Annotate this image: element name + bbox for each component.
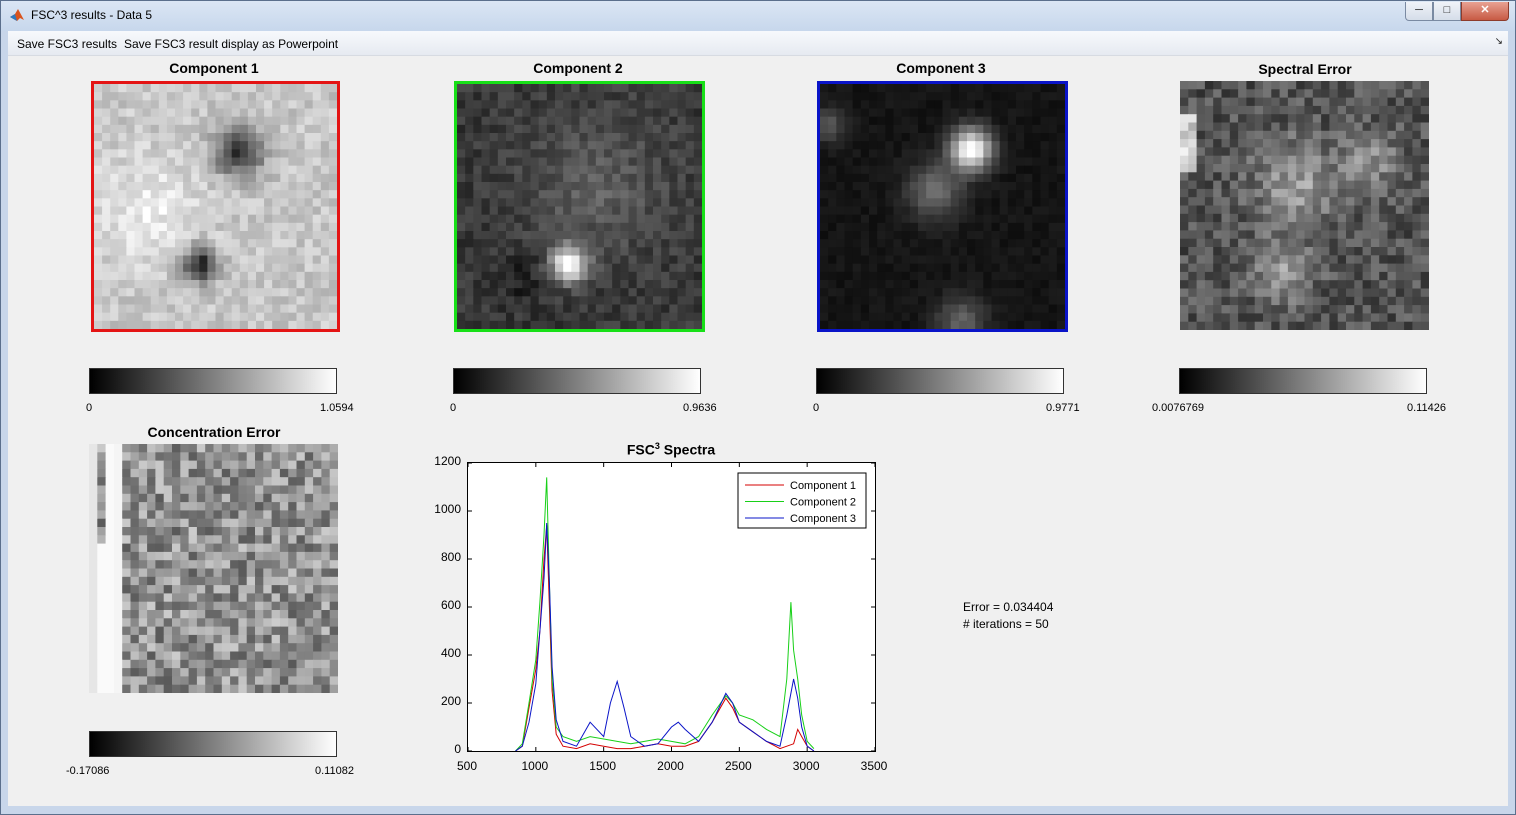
- minimize-icon: ─: [1415, 4, 1423, 16]
- panel-title-concentration-error: Concentration Error: [147, 424, 281, 440]
- y-tick-label: 400: [440, 646, 461, 660]
- matlab-logo-icon: [10, 9, 24, 21]
- x-tick-label: 1500: [589, 759, 616, 773]
- colorbar-concentration-error: [89, 731, 337, 757]
- colorbar-min-spectral-error: 0.0076769: [1152, 402, 1204, 414]
- component-3-map: [817, 81, 1068, 332]
- panel-title-spectral-error: Spectral Error: [1258, 61, 1352, 77]
- chart-title: FSC3 Spectra: [626, 441, 716, 458]
- colorbar-min-component-3: 0: [813, 402, 820, 414]
- x-tick-label: 1000: [521, 759, 549, 773]
- x-tick-label: 2500: [724, 759, 752, 773]
- colorbar-max-component-1: 1.0594: [320, 402, 354, 414]
- y-tick-label: 0: [454, 742, 461, 756]
- y-tick-label: 200: [440, 694, 461, 708]
- image-component-3[interactable]: [817, 81, 1068, 332]
- colorbar-component-1: [89, 368, 337, 394]
- maximize-button[interactable]: □: [1433, 2, 1461, 21]
- window-frame-bottom: [1, 806, 1515, 814]
- image-spectral-error[interactable]: [1180, 81, 1429, 330]
- x-tick-label: 500: [456, 759, 478, 773]
- colorbar-max-spectral-error: 0.11426: [1407, 402, 1446, 414]
- close-icon: ✕: [1480, 4, 1490, 16]
- results-window: FSC^3 results - Data 5 ─ □ ✕ Save FSC3 r…: [0, 0, 1516, 815]
- title-bar[interactable]: FSC^3 results - Data 5 ─ □ ✕: [1, 1, 1515, 31]
- image-concentration-error[interactable]: [89, 444, 338, 693]
- concentration-error-map: [89, 444, 338, 693]
- colorbar-spectral-error: [1179, 368, 1427, 394]
- colorbar-component-2: [453, 368, 701, 394]
- panel-title-component-2: Component 2: [533, 60, 623, 76]
- legend-label-component-1: Component 1: [790, 480, 856, 492]
- window-title: FSC^3 results - Data 5: [31, 8, 153, 22]
- error-value: Error = 0.034404: [963, 600, 1054, 614]
- component-2-map: [454, 81, 705, 332]
- panel-title-component-1: Component 1: [169, 60, 259, 76]
- series-line-component-1: [515, 525, 815, 752]
- y-tick-label: 600: [440, 598, 461, 612]
- colorbar-max-component-3: 0.9771: [1046, 402, 1080, 414]
- fit-statistics: Error = 0.034404 # iterations = 50: [963, 599, 1053, 633]
- colorbar-min-component-2: 0: [450, 402, 457, 414]
- colorbar-min-component-1: 0: [86, 402, 93, 414]
- component-1-map: [91, 81, 340, 332]
- y-tick-label: 800: [440, 550, 461, 564]
- maximize-icon: □: [1443, 4, 1451, 16]
- colorbar-component-3: [816, 368, 1064, 394]
- series-line-component-3: [515, 522, 815, 752]
- image-component-1[interactable]: [91, 81, 340, 332]
- menu-save-results[interactable]: Save FSC3 results: [17, 37, 117, 51]
- close-button[interactable]: ✕: [1461, 2, 1509, 21]
- panel-title-component-3: Component 3: [896, 60, 986, 76]
- spectral-error-map: [1180, 81, 1429, 330]
- spectra-plot-canvas: Component 1 Component 2 Component 3: [467, 462, 876, 752]
- y-tick-label: 1200: [434, 454, 461, 468]
- window-frame-left: [1, 31, 8, 814]
- legend-label-component-3: Component 3: [790, 513, 856, 525]
- chevron-down-icon[interactable]: ↘: [1495, 36, 1503, 47]
- minimize-button[interactable]: ─: [1405, 2, 1433, 21]
- spectra-plot[interactable]: Component 1 Component 2 Component 3: [467, 462, 876, 752]
- y-tick-label: 1000: [434, 502, 461, 516]
- colorbar-max-component-2: 0.9636: [683, 402, 717, 414]
- x-tick-label: 3000: [792, 759, 820, 773]
- iterations-value: # iterations = 50: [963, 617, 1049, 631]
- colorbar-max-concentration-error: 0.11082: [315, 765, 354, 777]
- menu-save-powerpoint[interactable]: Save FSC3 result display as Powerpoint: [124, 37, 338, 51]
- x-tick-label: 3500: [860, 759, 888, 773]
- colorbar-min-concentration-error: -0.17086: [66, 765, 110, 777]
- x-tick-label: 2000: [657, 759, 684, 773]
- menu-bar: Save FSC3 results Save FSC3 result displ…: [8, 31, 1508, 56]
- window-frame-right: [1508, 31, 1515, 814]
- legend-label-component-2: Component 2: [790, 497, 856, 509]
- image-component-2[interactable]: [454, 81, 705, 332]
- chart-legend: Component 1 Component 2 Component 3: [737, 472, 867, 529]
